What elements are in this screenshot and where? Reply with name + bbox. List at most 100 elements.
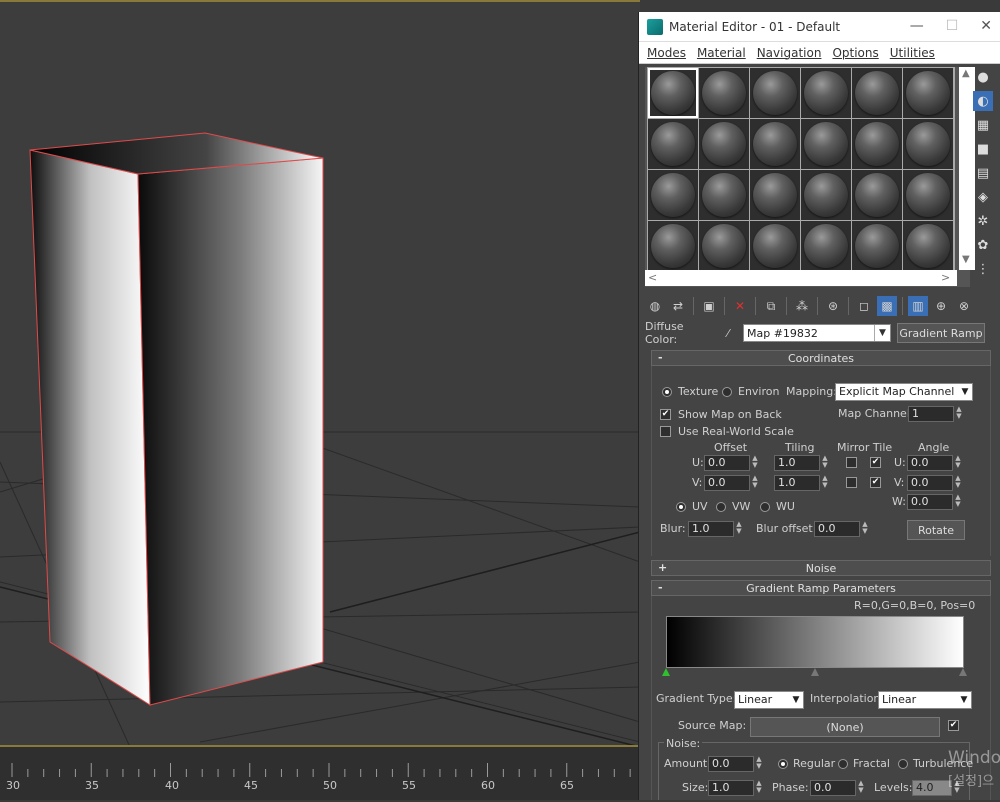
- material-slot[interactable]: [648, 119, 698, 169]
- map-name-field[interactable]: Map #19832 ▼: [743, 324, 891, 342]
- select-by-material-icon[interactable]: ✿: [973, 235, 993, 255]
- mapping-dropdown[interactable]: Explicit Map Channel ▼: [835, 383, 973, 401]
- offset-v-spinner[interactable]: 0.0 ▲ ▼: [704, 475, 760, 491]
- minimize-icon[interactable]: —: [910, 18, 924, 34]
- material-slot[interactable]: [699, 119, 749, 169]
- material-slot[interactable]: [699, 68, 749, 118]
- menu-modes[interactable]: Modes: [647, 46, 686, 60]
- get-material-icon[interactable]: ◍: [645, 296, 665, 316]
- blur-offset-value[interactable]: 0.0: [814, 521, 860, 537]
- size-spinner[interactable]: 1.0 ▲ ▼: [708, 780, 764, 796]
- interpolation-dropdown[interactable]: Linear ▼: [878, 691, 972, 709]
- material-map-navigator-icon[interactable]: ⋮: [973, 259, 993, 279]
- perspective-viewport[interactable]: [0, 0, 640, 745]
- amount-value[interactable]: 0.0: [708, 756, 754, 772]
- levels-value[interactable]: 4.0: [912, 780, 952, 796]
- spinner-arrows-icon[interactable]: ▲ ▼: [856, 780, 866, 796]
- blur-value[interactable]: 1.0: [688, 521, 734, 537]
- angle-u-value[interactable]: 0.0: [907, 455, 953, 471]
- tile-v-checkbox[interactable]: ✔: [870, 477, 881, 488]
- go-forward-to-sibling-icon[interactable]: ⊗: [954, 296, 974, 316]
- tiling-v-spinner[interactable]: 1.0 ▲ ▼: [774, 475, 830, 491]
- spinner-arrows-icon[interactable]: ▲ ▼: [954, 406, 964, 422]
- blur-spinner[interactable]: 1.0 ▲ ▼: [688, 521, 744, 537]
- spinner-arrows-icon[interactable]: ▲ ▼: [750, 455, 760, 471]
- tiling-v-value[interactable]: 1.0: [774, 475, 820, 491]
- assign-material-icon[interactable]: ▣: [699, 296, 719, 316]
- spinner-arrows-icon[interactable]: ▲ ▼: [754, 756, 764, 772]
- material-slot[interactable]: [852, 221, 902, 271]
- put-to-library-icon[interactable]: ⊛: [823, 296, 843, 316]
- gradient-ramp-bar[interactable]: [666, 616, 964, 668]
- reset-map-icon[interactable]: ✕: [730, 296, 750, 316]
- material-slot[interactable]: [852, 68, 902, 118]
- map-channel-spinner[interactable]: 1 ▲ ▼: [908, 406, 964, 422]
- background-checker-icon[interactable]: ▦: [973, 115, 993, 135]
- material-slot[interactable]: [903, 119, 953, 169]
- make-unique-icon[interactable]: ⁂: [792, 296, 812, 316]
- timeline-ruler[interactable]: 30 35 40 45 50 55 60 65: [0, 745, 640, 800]
- material-slot[interactable]: [852, 119, 902, 169]
- chevron-down-icon[interactable]: ▼: [957, 692, 971, 708]
- gradient-type-dropdown[interactable]: Linear ▼: [734, 691, 804, 709]
- fractal-radio[interactable]: [838, 759, 848, 769]
- close-icon[interactable]: ✕: [980, 18, 992, 34]
- angle-v-spinner[interactable]: 0.0 ▲ ▼: [907, 475, 963, 491]
- menu-material[interactable]: Material: [697, 46, 746, 60]
- options-icon[interactable]: ✲: [973, 211, 993, 231]
- chevron-down-icon[interactable]: ▼: [958, 384, 972, 400]
- source-map-enable-checkbox[interactable]: ✔: [948, 720, 959, 731]
- scroll-up-icon[interactable]: ▲: [962, 68, 970, 79]
- scroll-left-icon[interactable]: <: [648, 271, 657, 284]
- material-slot[interactable]: [750, 119, 800, 169]
- material-slot[interactable]: [648, 221, 698, 271]
- real-world-scale-checkbox[interactable]: [660, 426, 671, 437]
- chevron-down-icon[interactable]: ▼: [789, 692, 803, 708]
- spinner-arrows-icon[interactable]: ▲ ▼: [734, 521, 744, 537]
- blur-offset-spinner[interactable]: 0.0 ▲ ▼: [814, 521, 870, 537]
- angle-v-value[interactable]: 0.0: [907, 475, 953, 491]
- mirror-u-checkbox[interactable]: [846, 457, 857, 468]
- spinner-arrows-icon[interactable]: ▲ ▼: [820, 475, 830, 491]
- material-slot[interactable]: [852, 170, 902, 220]
- phase-spinner[interactable]: 0.0 ▲ ▼: [810, 780, 866, 796]
- tile-u-checkbox[interactable]: ✔: [870, 457, 881, 468]
- title-bar[interactable]: Material Editor - 01 - Default — ☐ ✕: [639, 12, 1000, 42]
- rotate-button[interactable]: Rotate: [907, 520, 965, 540]
- material-slot[interactable]: [801, 170, 851, 220]
- regular-radio[interactable]: [778, 759, 788, 769]
- material-slot[interactable]: [801, 68, 851, 118]
- gradient-ramp-rollout-header[interactable]: - Gradient Ramp Parameters: [651, 580, 991, 596]
- chevron-down-icon[interactable]: ▼: [874, 325, 890, 341]
- show-end-result-icon[interactable]: ▥: [908, 296, 928, 316]
- wu-radio[interactable]: [760, 502, 770, 512]
- texture-radio[interactable]: [662, 387, 672, 397]
- source-map-button[interactable]: (None): [750, 717, 940, 737]
- flag-mid-marker[interactable]: [811, 668, 819, 676]
- put-material-to-scene-icon[interactable]: ⇄: [668, 296, 688, 316]
- angle-w-value[interactable]: 0.0: [907, 494, 953, 510]
- menu-navigation[interactable]: Navigation: [757, 46, 822, 60]
- show-map-on-back-checkbox[interactable]: ✔: [660, 409, 671, 420]
- sample-type-icon[interactable]: ●: [973, 67, 993, 87]
- eyedropper-icon[interactable]: ⁄: [717, 327, 739, 340]
- angle-u-spinner[interactable]: 0.0 ▲ ▼: [907, 455, 963, 471]
- go-to-parent-icon[interactable]: ⊕: [931, 296, 951, 316]
- material-slot[interactable]: [903, 221, 953, 271]
- material-slot[interactable]: [648, 170, 698, 220]
- flag-start-marker[interactable]: [662, 668, 670, 676]
- noise-rollout-header[interactable]: + Noise: [651, 560, 991, 576]
- material-slot[interactable]: [801, 221, 851, 271]
- environ-radio[interactable]: [722, 387, 732, 397]
- offset-v-value[interactable]: 0.0: [704, 475, 750, 491]
- tiling-u-spinner[interactable]: 1.0 ▲ ▼: [774, 455, 830, 471]
- spinner-arrows-icon[interactable]: ▲ ▼: [754, 780, 764, 796]
- maximize-icon[interactable]: ☐: [946, 18, 959, 34]
- make-material-copy-icon[interactable]: ⧉: [761, 296, 781, 316]
- material-slot[interactable]: [648, 68, 698, 118]
- mirror-v-checkbox[interactable]: [846, 477, 857, 488]
- scroll-down-icon[interactable]: ▼: [962, 254, 970, 265]
- menu-utilities[interactable]: Utilities: [890, 46, 935, 60]
- material-slot[interactable]: [903, 170, 953, 220]
- material-slot[interactable]: [699, 170, 749, 220]
